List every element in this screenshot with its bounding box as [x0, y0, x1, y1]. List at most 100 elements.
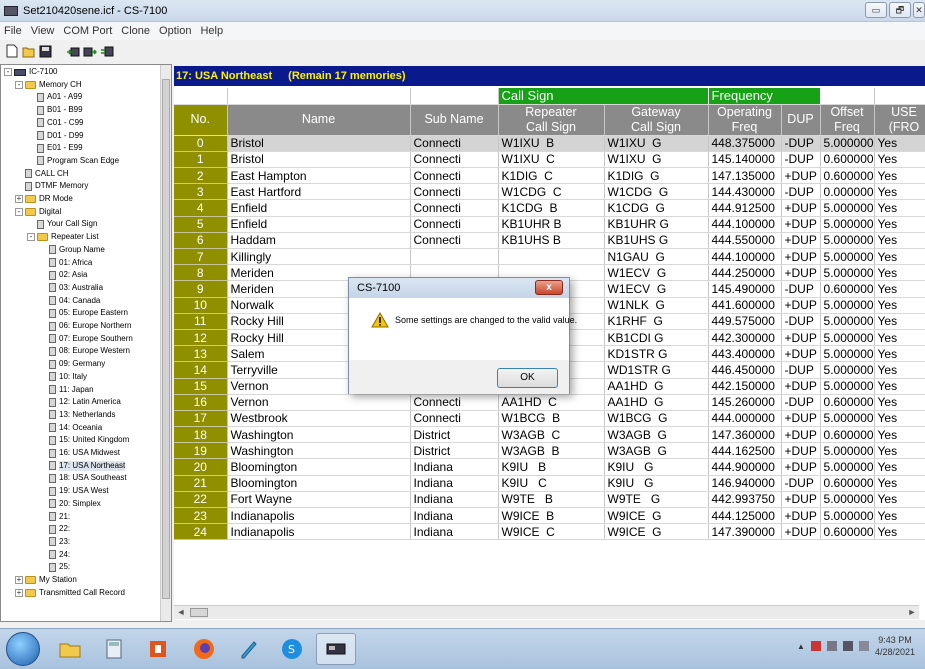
- table-cell[interactable]: Yes: [874, 216, 925, 233]
- maximize-button[interactable]: 🗗: [889, 2, 911, 18]
- table-cell[interactable]: Yes: [874, 442, 925, 460]
- tree-item[interactable]: + DR Mode: [15, 194, 73, 204]
- table-cell[interactable]: 442.993750: [708, 491, 782, 509]
- table-cell[interactable]: +DUP: [781, 232, 821, 250]
- table-cell[interactable]: 5.000000: [820, 264, 875, 282]
- table-cell[interactable]: 7: [174, 248, 228, 266]
- table-cell[interactable]: K1DIG C: [498, 167, 605, 185]
- table-cell[interactable]: +DUP: [781, 329, 821, 347]
- table-cell[interactable]: Fort Wayne: [227, 491, 411, 509]
- table-cell[interactable]: 0.600000: [820, 394, 875, 411]
- table-cell[interactable]: Yes: [874, 248, 925, 266]
- table-cell[interactable]: Indiana: [410, 507, 499, 525]
- table-cell[interactable]: Connecti: [410, 394, 499, 411]
- open-icon[interactable]: [21, 44, 36, 59]
- table-cell[interactable]: 5.000000: [820, 491, 875, 509]
- tree-item[interactable]: 24:: [39, 550, 70, 560]
- table-row[interactable]: 3 East Hartford Connecti W1CDG C W1CDG G 144.…: [174, 183, 925, 201]
- table-cell[interactable]: W3AGB C: [498, 426, 605, 444]
- table-cell[interactable]: Yes: [874, 523, 925, 541]
- table-cell[interactable]: 5.000000: [820, 329, 875, 347]
- table-cell[interactable]: Haddam: [227, 232, 411, 250]
- notepad-icon[interactable]: [228, 633, 268, 665]
- table-cell[interactable]: District: [410, 442, 499, 460]
- table-cell[interactable]: 4: [174, 199, 228, 217]
- table-cell[interactable]: -DUP: [781, 313, 821, 330]
- table-cell[interactable]: 5.000000: [820, 248, 875, 266]
- table-cell[interactable]: 444.900000: [708, 458, 782, 476]
- table-cell[interactable]: 0.600000: [820, 475, 875, 492]
- table-row[interactable]: 17 Westbrook Connecti W1BCG B W1BCG G 444.000…: [174, 410, 925, 428]
- tree-item[interactable]: 12: Latin America: [39, 397, 121, 407]
- table-cell[interactable]: 145.260000: [708, 394, 782, 411]
- table-cell[interactable]: Enfield: [227, 216, 411, 233]
- table-cell[interactable]: KB1UHS B: [498, 232, 605, 250]
- table-cell[interactable]: W9TE G: [604, 491, 709, 509]
- table-cell[interactable]: W1BCG B: [498, 410, 605, 428]
- table-cell[interactable]: 14: [174, 361, 228, 379]
- network-icon[interactable]: [826, 641, 837, 651]
- table-cell[interactable]: 1: [174, 151, 228, 169]
- table-cell[interactable]: 2: [174, 167, 228, 185]
- table-cell[interactable]: K1RHF G: [604, 313, 709, 330]
- menu-view[interactable]: View: [31, 25, 55, 37]
- table-cell[interactable]: Connecti: [410, 216, 499, 233]
- table-cell[interactable]: 11: [174, 313, 228, 330]
- table-cell[interactable]: 12: [174, 329, 228, 347]
- table-cell[interactable]: W1IXU G: [604, 151, 709, 169]
- table-cell[interactable]: W3AGB G: [604, 442, 709, 460]
- tree-item[interactable]: 01: Africa: [39, 258, 92, 268]
- table-cell[interactable]: Yes: [874, 313, 925, 330]
- table-cell[interactable]: 144.430000: [708, 183, 782, 201]
- column-header[interactable]: USE (FRO: [874, 104, 925, 136]
- menu-com-port[interactable]: COM Port: [63, 25, 112, 37]
- menu-clone[interactable]: Clone: [121, 25, 150, 37]
- table-cell[interactable]: 23: [174, 507, 228, 525]
- table-cell[interactable]: Yes: [874, 426, 925, 444]
- new-icon[interactable]: [4, 44, 19, 59]
- tree-item[interactable]: 15: United Kingdom: [39, 435, 129, 445]
- tree-item[interactable]: 07: Europe Southern: [39, 334, 133, 344]
- table-cell[interactable]: Yes: [874, 151, 925, 169]
- table-cell[interactable]: 448.375000: [708, 135, 782, 152]
- table-cell[interactable]: W3AGB G: [604, 426, 709, 444]
- table-cell[interactable]: 15: [174, 378, 228, 395]
- column-header[interactable]: DUP: [781, 104, 821, 136]
- expand-icon[interactable]: +: [15, 576, 23, 584]
- table-cell[interactable]: AA1HD G: [604, 378, 709, 395]
- close-button[interactable]: ✕: [913, 2, 925, 18]
- table-cell[interactable]: -DUP: [781, 361, 821, 379]
- table-cell[interactable]: 443.400000: [708, 345, 782, 363]
- tree-item[interactable]: 23:: [39, 537, 70, 547]
- table-cell[interactable]: K9IU G: [604, 475, 709, 492]
- ok-button[interactable]: OK: [497, 368, 558, 388]
- table-cell[interactable]: +DUP: [781, 458, 821, 476]
- table-row[interactable]: 23 Indianapolis Indiana W9ICE B W9ICE G 444.1…: [174, 507, 925, 525]
- table-cell[interactable]: 0: [174, 135, 228, 152]
- table-cell[interactable]: 5.000000: [820, 232, 875, 250]
- table-cell[interactable]: -DUP: [781, 394, 821, 411]
- table-cell[interactable]: K1CDG G: [604, 199, 709, 217]
- table-cell[interactable]: +DUP: [781, 378, 821, 395]
- table-cell[interactable]: W9ICE C: [498, 523, 605, 541]
- display-icon[interactable]: [842, 641, 853, 651]
- table-cell[interactable]: 5.000000: [820, 216, 875, 233]
- expand-icon[interactable]: +: [15, 195, 23, 203]
- tree-item[interactable]: CALL CH: [15, 169, 69, 179]
- table-cell[interactable]: Indiana: [410, 458, 499, 476]
- read-from-radio-icon[interactable]: [65, 44, 80, 59]
- table-cell[interactable]: 444.912500: [708, 199, 782, 217]
- table-cell[interactable]: -DUP: [781, 183, 821, 201]
- table-cell[interactable]: +DUP: [781, 297, 821, 314]
- column-header[interactable]: Offset Freq: [820, 104, 875, 136]
- table-cell[interactable]: W1BCG G: [604, 410, 709, 428]
- table-cell[interactable]: W9ICE G: [604, 523, 709, 541]
- table-cell[interactable]: KD1STR G: [604, 345, 709, 363]
- table-cell[interactable]: Yes: [874, 458, 925, 476]
- tree-item[interactable]: 08: Europe Western: [39, 346, 130, 356]
- table-cell[interactable]: 5.000000: [820, 345, 875, 363]
- tree-item[interactable]: E01 - E99: [27, 143, 83, 153]
- table-cell[interactable]: Bristol: [227, 151, 411, 169]
- table-cell[interactable]: Yes: [874, 199, 925, 217]
- tree-item[interactable]: 09: Germany: [39, 359, 105, 369]
